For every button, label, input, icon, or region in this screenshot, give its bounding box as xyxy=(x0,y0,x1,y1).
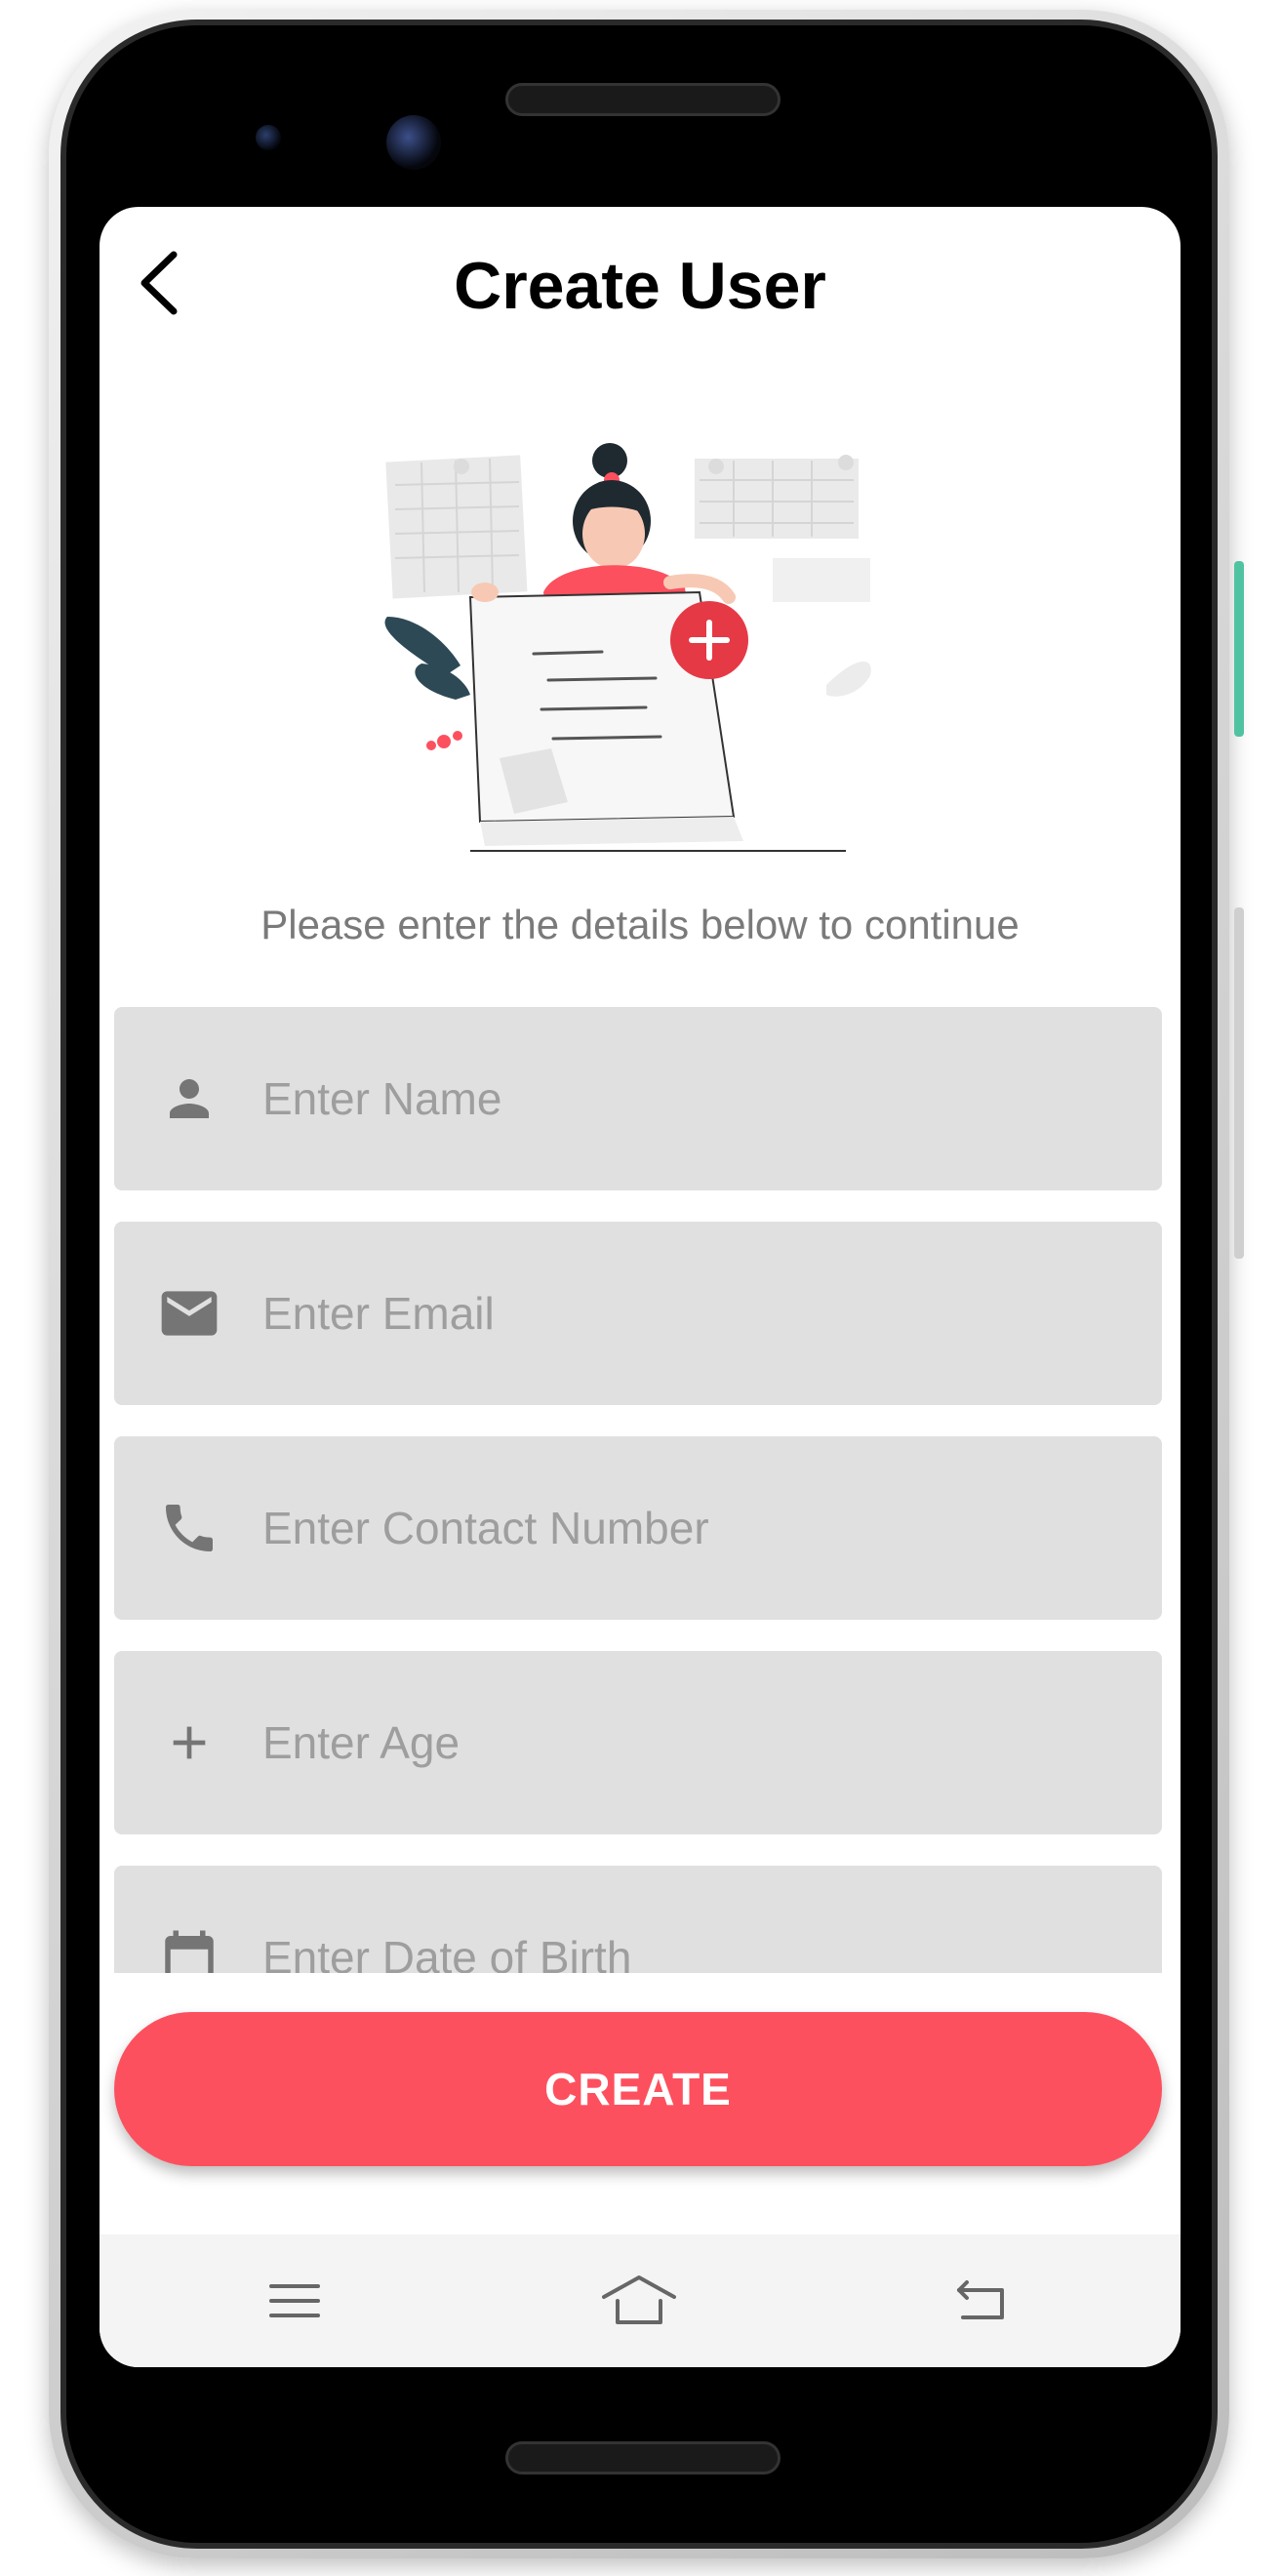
create-button[interactable]: CREATE xyxy=(114,2012,1162,2166)
front-camera-icon xyxy=(386,115,441,170)
contact-number-placeholder: Enter Contact Number xyxy=(262,1503,709,1553)
mail-icon xyxy=(155,1279,223,1348)
back-icon xyxy=(957,2280,1004,2319)
page-title: Create User xyxy=(454,249,826,323)
create-user-illustration xyxy=(378,431,904,861)
date-of-birth-placeholder: Enter Date of Birth xyxy=(262,1932,632,1973)
earpiece-speaker xyxy=(505,83,781,116)
name-placeholder: Enter Name xyxy=(262,1073,502,1124)
home-nav-button[interactable] xyxy=(595,2262,683,2340)
phone-icon xyxy=(155,1494,223,1562)
contact-number-field[interactable]: Enter Contact Number xyxy=(114,1436,1162,1620)
system-nav-bar xyxy=(100,2234,1181,2367)
email-field[interactable]: Enter Email xyxy=(114,1222,1162,1405)
bottom-speaker xyxy=(505,2441,781,2475)
app-bar: Create User xyxy=(100,207,1181,363)
email-placeholder: Enter Email xyxy=(262,1288,495,1339)
calendar-icon xyxy=(155,1923,223,1973)
menu-icon xyxy=(269,2284,320,2317)
user-form: Enter Name Enter Email Enter Contact Num… xyxy=(114,1007,1162,1973)
date-of-birth-field[interactable]: Enter Date of Birth xyxy=(114,1866,1162,1973)
volume-button xyxy=(1234,907,1244,1259)
menu-nav-button[interactable] xyxy=(251,2262,339,2340)
age-field[interactable]: Enter Age xyxy=(114,1651,1162,1834)
app-screen: Create User Please enter the details bel… xyxy=(100,207,1181,2367)
home-icon xyxy=(602,2275,676,2324)
name-field[interactable]: Enter Name xyxy=(114,1007,1162,1190)
power-button xyxy=(1234,561,1244,737)
sensor-icon xyxy=(256,125,281,150)
age-placeholder: Enter Age xyxy=(262,1717,460,1768)
back-nav-button[interactable] xyxy=(937,2262,1024,2340)
person-icon xyxy=(155,1065,223,1133)
instruction-text: Please enter the details below to contin… xyxy=(260,902,1020,947)
plus-icon xyxy=(155,1709,223,1777)
